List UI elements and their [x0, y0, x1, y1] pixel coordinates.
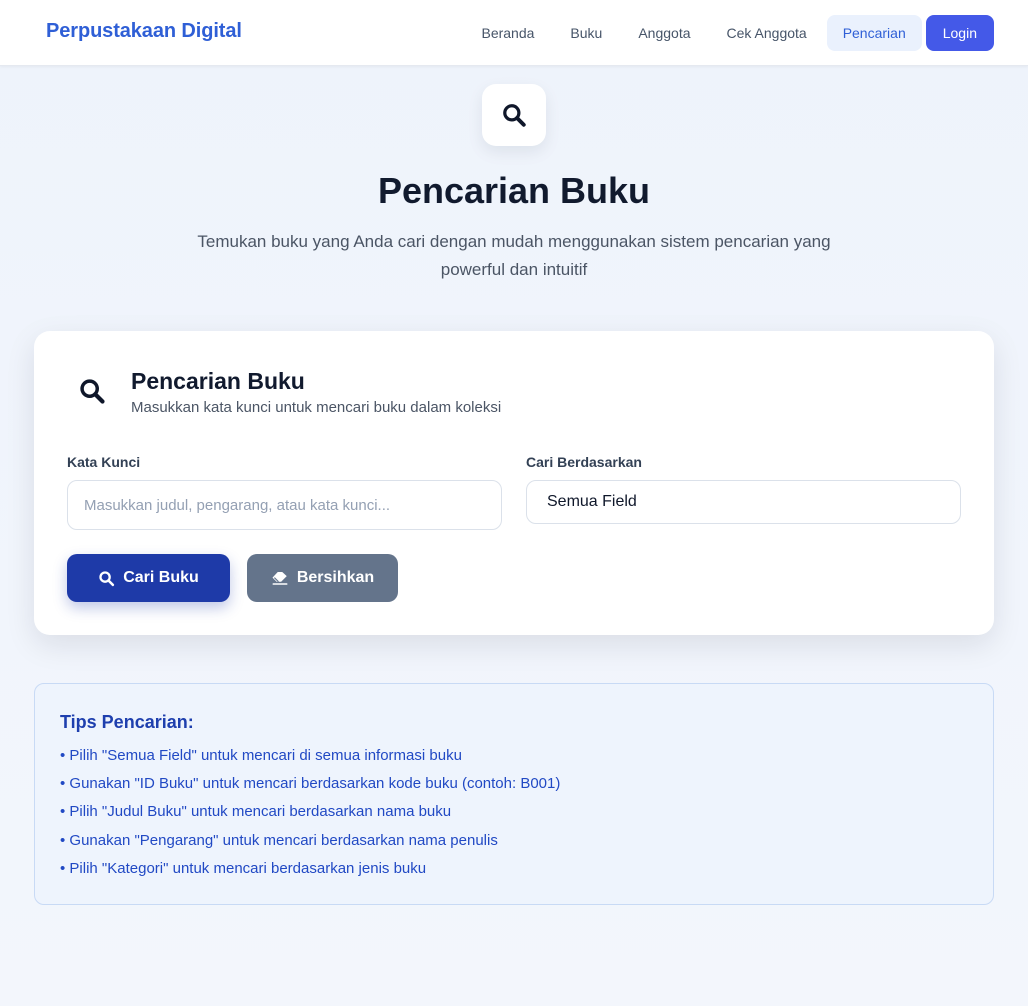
main-nav: Beranda Buku Anggota Cek Anggota Pencari… — [461, 15, 994, 51]
tip-item: • Gunakan "ID Buku" untuk mencari berdas… — [60, 775, 561, 793]
search-icon — [99, 570, 115, 586]
clear-button[interactable]: Bersihkan — [247, 554, 398, 602]
card-description: Masukkan kata kunci untuk mencari buku d… — [131, 399, 502, 416]
keyword-label: Kata Kunci — [67, 454, 141, 470]
card-title: Pencarian Buku — [131, 368, 305, 394]
tips-title: Tips Pencarian: — [60, 712, 194, 732]
nav-link-beranda[interactable]: Beranda — [465, 15, 550, 51]
keyword-input[interactable] — [67, 480, 502, 530]
nav-link-buku[interactable]: Buku — [554, 15, 618, 51]
tips-list: • Pilih "Semua Field" untuk mencari di s… — [60, 746, 560, 887]
search-button-label: Cari Buku — [123, 569, 199, 586]
login-button[interactable]: Login — [925, 15, 994, 51]
search-icon — [503, 104, 526, 127]
page-subtitle: Temukan buku yang Anda cari dengan mudah… — [197, 232, 831, 279]
search-card: Pencarian Buku Masukkan kata kunci untuk… — [34, 331, 994, 635]
tip-item: • Pilih "Kategori" untuk mencari berdasa… — [60, 859, 427, 877]
search-by-label: Cari Berdasarkan — [526, 454, 642, 470]
clear-button-label: Bersihkan — [296, 569, 375, 586]
tip-item: • Pilih "Judul Buku" untuk mencari berda… — [60, 803, 452, 821]
tip-item: • Gunakan "Pengarang" untuk mencari berd… — [60, 831, 498, 849]
page-title: Pencarian Buku — [377, 170, 651, 211]
nav-link-anggota[interactable]: Anggota — [622, 15, 706, 51]
search-button[interactable]: Cari Buku — [67, 554, 230, 602]
search-by-select[interactable]: Semua Field — [526, 480, 961, 524]
nav-link-cek-anggota[interactable]: Cek Anggota — [711, 15, 823, 51]
hero-icon-box — [482, 84, 546, 146]
brand-logo[interactable]: Perpustakaan Digital — [46, 20, 242, 43]
nav-link-pencarian[interactable]: Pencarian — [826, 15, 922, 51]
tip-item: • Pilih "Semua Field" untuk mencari di s… — [60, 747, 462, 764]
tips-panel: Tips Pencarian: • Pilih "Semua Field" un… — [34, 683, 994, 905]
eraser-icon — [272, 572, 288, 585]
navbar: Perpustakaan Digital Beranda Buku Anggot… — [0, 0, 1028, 66]
search-icon — [80, 379, 105, 404]
